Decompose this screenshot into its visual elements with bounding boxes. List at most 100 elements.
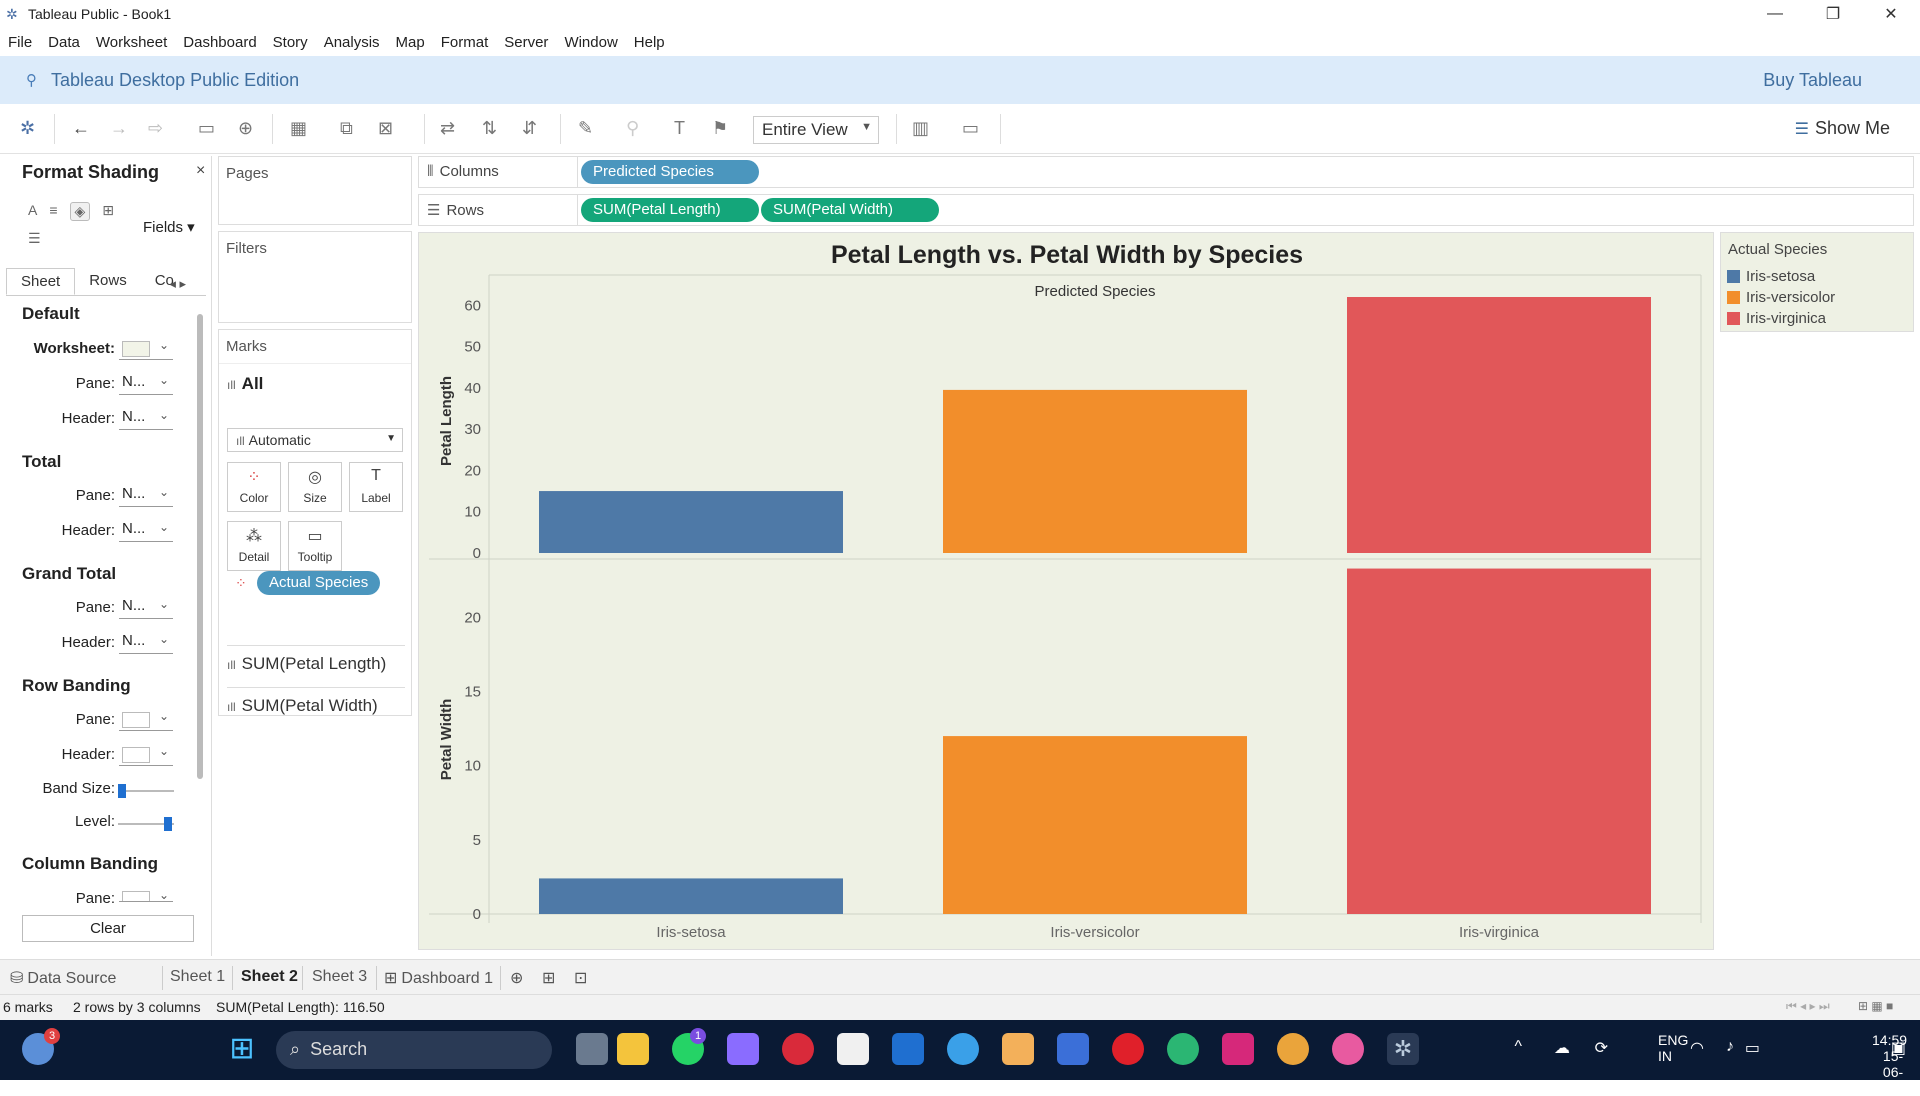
tab-scroll-arrows[interactable]: ◂ ▸ — [155, 272, 200, 296]
menu-file[interactable]: File — [8, 34, 32, 51]
rows-shelf[interactable]: ☰ Rows SUM(Petal Length) SUM(Petal Width) — [418, 194, 1914, 226]
mark-type-select[interactable]: ıll Automatic ▼ — [227, 428, 403, 452]
presentation-mode-icon[interactable]: ▭ — [962, 118, 979, 139]
label-button[interactable]: T Label — [349, 462, 403, 512]
format-font-icon[interactable]: A — [28, 202, 37, 221]
battery-icon[interactable]: ▭ — [1745, 1038, 1760, 1058]
format-shading-icon[interactable]: ◈ — [69, 202, 91, 221]
row-band-header-dropdown[interactable]: ⌄ — [119, 744, 173, 766]
sum-petal-width-pill[interactable]: SUM(Petal Width) — [761, 198, 939, 222]
color-button[interactable]: ⁘ Color — [227, 462, 281, 512]
panel-scrollbar[interactable] — [197, 314, 203, 779]
detail-button[interactable]: ⁂ Detail — [227, 521, 281, 571]
bar-iris-virginica-1[interactable] — [1347, 568, 1651, 914]
level-slider[interactable] — [118, 817, 174, 831]
show-labels-icon[interactable]: T — [674, 118, 685, 139]
replay-icon[interactable]: ⇨ — [148, 118, 163, 139]
highlight-icon[interactable]: ✎ — [578, 118, 593, 139]
onedrive-icon[interactable]: ☁ — [1554, 1038, 1570, 1058]
show-cards-icon[interactable]: ▥ — [912, 118, 929, 139]
pages-card[interactable]: Pages — [218, 156, 412, 225]
tableau-taskbar-icon[interactable]: ✲ — [1387, 1033, 1419, 1065]
view-grid-icon[interactable]: ⊞ ▦ ■ — [1858, 999, 1893, 1013]
save-icon[interactable]: ▭ — [198, 118, 215, 139]
band-size-slider[interactable] — [118, 784, 174, 798]
slider-knob[interactable] — [164, 817, 172, 831]
default-pane-dropdown[interactable]: N... ⌄ — [119, 373, 173, 395]
menu-window[interactable]: Window — [564, 34, 617, 51]
worksheet-shading-dropdown[interactable]: ⌄ — [119, 338, 173, 360]
col-band-pane-dropdown[interactable]: ⌄ — [119, 888, 173, 902]
row-band-pane-dropdown[interactable]: ⌄ — [119, 709, 173, 731]
format-lines-icon[interactable]: ☰ — [28, 230, 41, 247]
legend-item-virginica[interactable]: Iris-virginica — [1727, 308, 1913, 329]
store-icon[interactable] — [837, 1033, 869, 1065]
bar-iris-virginica-0[interactable] — [1347, 297, 1651, 553]
chrome-icon[interactable] — [1277, 1033, 1309, 1065]
menu-dashboard[interactable]: Dashboard — [183, 34, 256, 51]
legend-item-setosa[interactable]: Iris-setosa — [1727, 266, 1913, 287]
copilot-icon[interactable] — [727, 1033, 759, 1065]
predicted-species-pill[interactable]: Predicted Species — [581, 160, 759, 184]
show-me-button[interactable]: ☰ Show Me — [1795, 118, 1890, 139]
opera-gx-icon[interactable] — [782, 1033, 814, 1065]
sum-petal-width-marks[interactable]: ıll SUM(Petal Width) — [227, 687, 405, 716]
notifications-icon[interactable]: ▣ — [1891, 1038, 1906, 1058]
tab-sheet[interactable]: Sheet — [6, 268, 76, 295]
filters-card[interactable]: Filters — [218, 231, 412, 323]
undo-icon[interactable]: ← — [72, 118, 90, 139]
columns-shelf[interactable]: ⦀ Columns Predicted Species — [418, 156, 1914, 188]
m365-icon[interactable] — [1057, 1033, 1089, 1065]
menu-help[interactable]: Help — [634, 34, 665, 51]
menu-analysis[interactable]: Analysis — [324, 34, 380, 51]
minimize-button[interactable]: — — [1746, 0, 1804, 28]
color-legend[interactable]: Actual Species Iris-setosa Iris-versicol… — [1720, 232, 1914, 332]
chevron-up-icon[interactable]: ^ — [1514, 1038, 1522, 1056]
default-header-dropdown[interactable]: N... ⌄ — [119, 408, 173, 430]
marks-all-tab[interactable]: ıll All — [227, 374, 263, 394]
myhp-icon[interactable] — [892, 1033, 924, 1065]
tab-sheet-2[interactable]: Sheet 2 — [241, 968, 298, 986]
view-fit-select[interactable]: Entire View ▼ — [753, 116, 879, 144]
redo-icon[interactable]: → — [110, 118, 128, 139]
chart-view[interactable]: Petal Length vs. Petal Width by Species … — [418, 232, 1714, 950]
new-story-tab-icon[interactable]: ⊡ — [574, 968, 587, 988]
wifi-icon[interactable]: ◠ — [1690, 1038, 1704, 1058]
bar-chart[interactable]: 0 10 20 30 40 50 60 Petal Length 0 5 10 15 20 Petal W… — [419, 233, 1713, 949]
file-explorer-icon[interactable] — [617, 1033, 649, 1065]
menu-format[interactable]: Format — [441, 34, 489, 51]
menu-worksheet[interactable]: Worksheet — [96, 34, 167, 51]
buy-tableau-link[interactable]: Buy Tableau — [1763, 70, 1862, 91]
close-panel-icon[interactable]: × — [196, 162, 205, 180]
data-source-tab[interactable]: ⛁ Data Source — [10, 968, 116, 988]
total-header-dropdown[interactable]: N... ⌄ — [119, 520, 173, 542]
menu-data[interactable]: Data — [48, 34, 80, 51]
help-app-icon[interactable] — [947, 1033, 979, 1065]
tab-sheet-3[interactable]: Sheet 3 — [312, 968, 367, 986]
grand-pane-dropdown[interactable]: N... ⌄ — [119, 597, 173, 619]
edge-icon[interactable] — [1167, 1033, 1199, 1065]
swap-icon[interactable]: ⇄ — [440, 118, 455, 139]
sum-petal-length-pill[interactable]: SUM(Petal Length) — [581, 198, 759, 222]
clear-sheet-icon[interactable]: ⊠ — [378, 118, 393, 139]
bar-iris-setosa-1[interactable] — [539, 878, 843, 914]
tableau-home-icon[interactable]: ✲ — [20, 118, 35, 139]
task-view-icon[interactable] — [576, 1033, 608, 1065]
sum-petal-length-marks[interactable]: ıll SUM(Petal Length) — [227, 645, 405, 674]
tab-navigation-icon[interactable]: ⏮ ◂ ▸ ⏭ — [1786, 999, 1830, 1014]
tab-rows[interactable]: Rows — [75, 268, 141, 295]
group-icon[interactable]: ⚲ — [626, 118, 639, 139]
slider-knob[interactable] — [118, 784, 126, 798]
bar-iris-versicolor-1[interactable] — [943, 736, 1247, 914]
menu-map[interactable]: Map — [396, 34, 425, 51]
total-pane-dropdown[interactable]: N... ⌄ — [119, 485, 173, 507]
sort-descending-icon[interactable]: ⇵ — [522, 118, 537, 139]
taskbar-search[interactable]: ⌕ Search — [276, 1031, 552, 1069]
actual-species-pill[interactable]: Actual Species — [257, 571, 381, 595]
grand-header-dropdown[interactable]: N... ⌄ — [119, 632, 173, 654]
bar-iris-versicolor-0[interactable] — [943, 389, 1247, 553]
restore-button[interactable]: ❐ — [1804, 0, 1862, 28]
windows-start-icon[interactable]: ⊞ — [226, 1033, 258, 1065]
fix-axes-icon[interactable]: ⚑ — [712, 118, 728, 139]
fields-dropdown[interactable]: Fields ▾ — [143, 218, 195, 236]
